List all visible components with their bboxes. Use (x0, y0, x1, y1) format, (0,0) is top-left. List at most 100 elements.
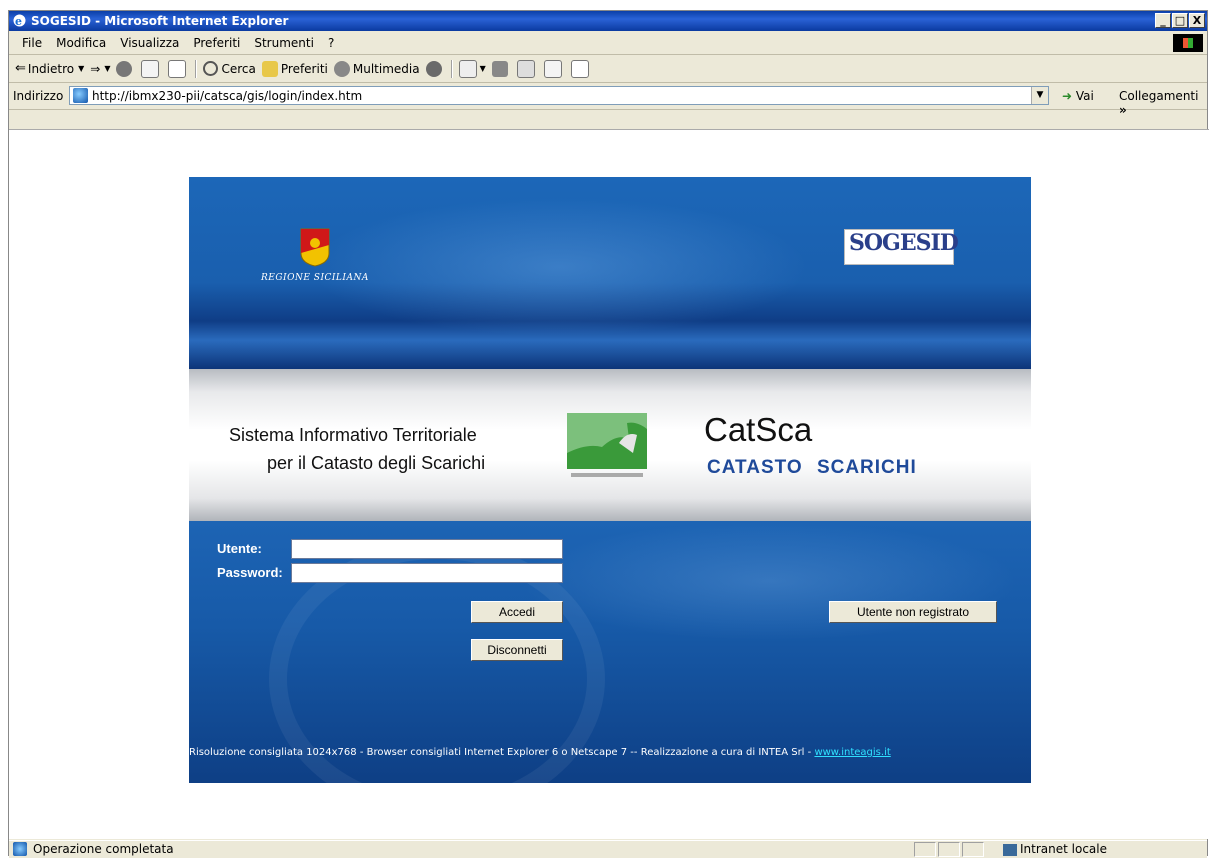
maximize-button[interactable]: □ (1172, 13, 1188, 28)
history-icon (425, 60, 442, 77)
login-form-area: Utente: Password: Accedi Disconnetti Ute… (189, 521, 1031, 783)
messenger-icon (570, 59, 589, 78)
windows-logo-icon (1173, 34, 1203, 52)
star-icon (261, 60, 278, 77)
media-label: Multimedia (352, 61, 420, 76)
status-bar: Operazione completata Intranet locale (9, 840, 1207, 858)
minimize-button[interactable]: _ (1155, 13, 1171, 28)
search-button[interactable]: Cerca (203, 61, 256, 76)
chevron-down-icon: ▼ (479, 64, 486, 73)
back-button[interactable]: ⇐ Indietro ▼ (15, 61, 84, 76)
mail-button[interactable]: ▼ (458, 59, 486, 78)
window-title: SOGESID - Microsoft Internet Explorer (31, 14, 289, 28)
discuss-icon (543, 59, 562, 78)
address-url: http://ibmx230-pii/catsca/gis/login/inde… (92, 89, 363, 103)
chevron-right-icon: » (1119, 103, 1127, 117)
search-icon (203, 61, 219, 76)
chevron-down-icon[interactable]: ▼ (1031, 87, 1048, 104)
media-button[interactable]: Multimedia (333, 60, 420, 77)
page-content: REGIONE SICILIANA SOGESID Sistema Inform… (9, 129, 1209, 839)
edit-icon (516, 59, 535, 78)
back-arrow-icon: ⇐ (15, 61, 26, 76)
ie-page-icon (13, 842, 27, 856)
logout-button[interactable]: Disconnetti (471, 639, 563, 661)
map-monitor-icon (567, 413, 647, 477)
menu-bar: File Modifica Visualizza Preferiti Strum… (9, 32, 1207, 55)
username-label: Utente: (217, 541, 262, 556)
toolbar-separator (450, 59, 453, 78)
system-title-line1: Sistema Informativo Territoriale (229, 425, 477, 445)
title-bar: e SOGESID - Microsoft Internet Explorer … (9, 11, 1207, 31)
status-panel (962, 842, 984, 857)
header-banner: REGIONE SICILIANA SOGESID (189, 177, 1031, 369)
address-bar: Indirizzo http://ibmx230-pii/catsca/gis/… (9, 83, 1207, 117)
zone-label: Intranet locale (1020, 842, 1107, 856)
chevron-down-icon: ▼ (78, 64, 85, 73)
mail-icon (458, 59, 477, 78)
page-icon (73, 88, 88, 103)
go-button[interactable]: ➜ Vai (1062, 89, 1094, 103)
intranet-icon (1003, 843, 1017, 856)
background-glow (519, 521, 1019, 641)
footer-link[interactable]: www.inteagis.it (814, 747, 890, 758)
menu-preferiti[interactable]: Preferiti (186, 36, 247, 50)
status-panel (914, 842, 936, 857)
chevron-down-icon: ▼ (104, 64, 111, 73)
status-text: Operazione completata (33, 842, 174, 856)
login-button[interactable]: Accedi (471, 601, 563, 623)
search-label: Cerca (221, 61, 256, 76)
close-button[interactable]: X (1189, 13, 1205, 28)
discuss-button[interactable] (543, 59, 565, 78)
stop-icon (116, 60, 133, 77)
menu-modifica[interactable]: Modifica (49, 36, 113, 50)
address-label: Indirizzo (13, 89, 64, 103)
messenger-button[interactable] (570, 59, 592, 78)
toolbar-separator (195, 59, 198, 78)
password-input[interactable] (291, 563, 563, 583)
guest-user-button[interactable]: Utente non registrato (829, 601, 997, 623)
favorites-button[interactable]: Preferiti (261, 60, 328, 77)
zone-indicator: Intranet locale (1003, 842, 1107, 856)
favorites-label: Preferiti (280, 61, 328, 76)
history-button[interactable] (425, 60, 445, 77)
back-label: Indietro (27, 61, 75, 76)
regione-label: REGIONE SICILIANA (261, 273, 369, 283)
sogesid-logo: SOGESID (844, 229, 959, 265)
status-panel (938, 842, 960, 857)
go-label: Vai (1075, 89, 1094, 103)
refresh-button[interactable] (141, 59, 162, 78)
media-icon (333, 60, 350, 77)
print-icon (491, 60, 508, 77)
stop-button[interactable] (116, 60, 135, 77)
username-input[interactable] (291, 539, 563, 559)
ie-icon: e (13, 14, 26, 28)
refresh-icon (141, 59, 160, 78)
forward-arrow-icon: ⇒ (90, 61, 101, 76)
address-input[interactable]: http://ibmx230-pii/catsca/gis/login/inde… (69, 86, 1049, 105)
sogesid-logo-text: SOGESID (849, 230, 959, 256)
forward-button[interactable]: ⇒ ▼ (90, 62, 110, 76)
footer-text: Risoluzione consigliata 1024x768 - Brows… (189, 747, 891, 758)
browser-window: e SOGESID - Microsoft Internet Explorer … (8, 10, 1209, 858)
svg-text:e: e (15, 15, 22, 28)
menu-strumenti[interactable]: Strumenti (247, 36, 321, 50)
menu-help[interactable]: ? (321, 36, 341, 50)
system-title-line2: per il Catasto degli Scarichi (267, 453, 486, 473)
app-name: CatSca (704, 411, 813, 448)
home-icon (168, 59, 187, 78)
edit-button[interactable] (516, 59, 538, 78)
password-label: Password: (217, 565, 283, 580)
title-band: Sistema Informativo Territoriale per il … (189, 369, 1031, 521)
banner-glow (309, 197, 809, 337)
print-button[interactable] (491, 60, 511, 77)
links-label: Collegamenti (1119, 89, 1199, 103)
login-panel: REGIONE SICILIANA SOGESID Sistema Inform… (189, 177, 1031, 783)
links-button[interactable]: Collegamenti » (1119, 89, 1207, 117)
app-subtitle: CATASTO SCARICHI (707, 457, 917, 478)
regione-crest-icon (300, 228, 330, 267)
menu-visualizza[interactable]: Visualizza (113, 36, 186, 50)
footer-note: Risoluzione consigliata 1024x768 - Brows… (189, 747, 815, 758)
toolbar: ⇐ Indietro ▼ ⇒ ▼ Cerca Preferiti Multimed… (9, 55, 1207, 83)
home-button[interactable] (168, 59, 189, 78)
menu-file[interactable]: File (15, 36, 49, 50)
